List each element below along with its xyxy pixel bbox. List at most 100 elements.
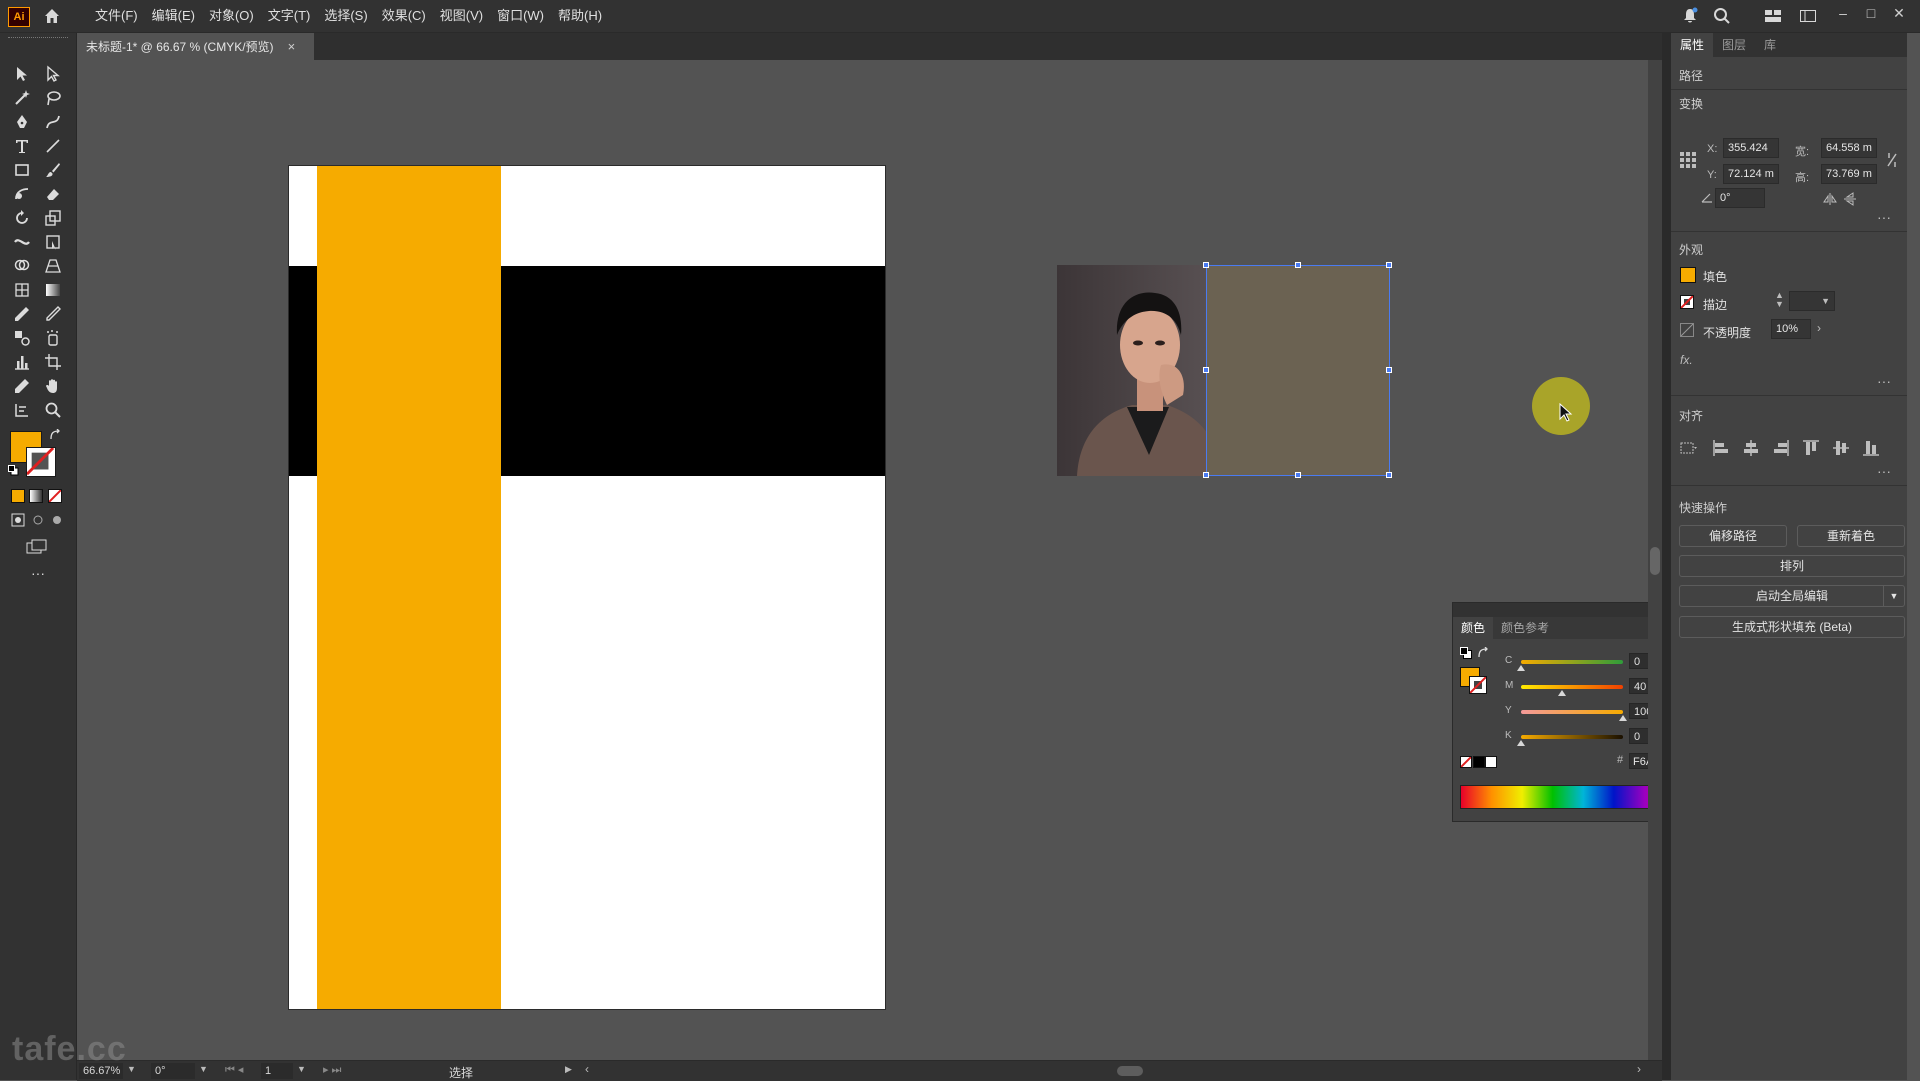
rectangle-tool-icon[interactable]: [11, 159, 33, 181]
scroll-left-icon[interactable]: ‹: [585, 1062, 589, 1076]
align-right-icon[interactable]: [1771, 438, 1791, 458]
panel-dock-divider[interactable]: [1662, 33, 1670, 1080]
selection-tool-icon[interactable]: [11, 63, 33, 85]
width-tool-icon[interactable]: [11, 231, 33, 253]
align-horizontal-center-icon[interactable]: [1741, 438, 1761, 458]
curvature-tool-icon[interactable]: [42, 111, 64, 133]
artboard[interactable]: [288, 165, 886, 1010]
pen-tool-icon[interactable]: [11, 111, 33, 133]
print-tiling-tool-icon[interactable]: [11, 399, 33, 421]
constrain-proportions-icon[interactable]: [1885, 151, 1899, 169]
eyedropper-tool-icon[interactable]: [11, 303, 33, 325]
blend-tool-icon[interactable]: [11, 327, 33, 349]
tab-close-icon[interactable]: ×: [288, 39, 296, 54]
color-mode-icon[interactable]: [11, 489, 25, 503]
artboard-number-field[interactable]: 1: [261, 1063, 293, 1079]
status-menu-icon[interactable]: ▶: [565, 1064, 572, 1075]
tab-libraries[interactable]: 库: [1755, 33, 1785, 57]
none-swatch[interactable]: [1460, 756, 1472, 768]
arrange-docs-icon[interactable]: [1798, 6, 1818, 26]
black-swatch[interactable]: [1473, 756, 1485, 768]
draw-normal-icon[interactable]: [11, 513, 25, 527]
scale-tool-icon[interactable]: [42, 207, 64, 229]
stroke-weight-dropdown[interactable]: ▼: [1789, 291, 1835, 311]
maximize-icon[interactable]: □: [1862, 4, 1880, 22]
menu-help[interactable]: 帮助(H): [551, 0, 609, 32]
shape-builder-tool-icon[interactable]: [11, 255, 33, 277]
close-icon[interactable]: ✕: [1890, 4, 1908, 22]
tab-color[interactable]: 颜色: [1453, 617, 1494, 639]
scrollbar-thumb[interactable]: [1650, 547, 1660, 575]
align-more-icon[interactable]: ···: [1877, 463, 1891, 479]
workspace-icon[interactable]: [1763, 6, 1783, 26]
shaper-tool-icon[interactable]: [11, 183, 33, 205]
swap-colors-icon[interactable]: [1477, 646, 1489, 659]
yellow-slider-track[interactable]: [1521, 710, 1623, 714]
transform-more-icon[interactable]: ···: [1877, 209, 1891, 225]
default-colors-icon[interactable]: [1460, 647, 1472, 659]
x-field[interactable]: 355.424: [1723, 138, 1779, 158]
canvas[interactable]: ◂◂ ✕ 颜色 颜色参考 ≡ C 0 % M 40: [77, 60, 1652, 1060]
mesh-tool-icon[interactable]: [11, 279, 33, 301]
document-tab[interactable]: 未标题-1* @ 66.67 % (CMYK/预览) ×: [78, 33, 314, 60]
global-edit-button[interactable]: 启动全局编辑 ▼: [1679, 585, 1905, 607]
menu-view[interactable]: 视图(V): [433, 0, 490, 32]
opacity-field[interactable]: 10%: [1771, 319, 1811, 339]
measure-tool-icon[interactable]: [42, 303, 64, 325]
perspective-grid-tool-icon[interactable]: [42, 255, 64, 277]
black-slider-thumb[interactable]: [1517, 740, 1525, 746]
rotate-tool-icon[interactable]: [11, 207, 33, 229]
selection-bounding-box[interactable]: [1203, 262, 1392, 478]
column-graph-tool-icon[interactable]: [11, 351, 33, 373]
tab-layers[interactable]: 图层: [1713, 33, 1755, 57]
menu-window[interactable]: 窗口(W): [490, 0, 551, 32]
menu-object[interactable]: 对象(O): [202, 0, 261, 32]
magenta-slider-thumb[interactable]: [1557, 690, 1566, 696]
slice-tool-icon[interactable]: [11, 375, 33, 397]
stroke-weight-stepper[interactable]: ▲ ▼: [1775, 291, 1784, 309]
menu-file[interactable]: 文件(F): [88, 0, 145, 32]
recolor-button[interactable]: 重新着色: [1797, 525, 1905, 547]
draw-behind-icon[interactable]: [31, 513, 45, 527]
artboard-prev-icons[interactable]: ⏮◂: [225, 1063, 246, 1077]
paintbrush-tool-icon[interactable]: [42, 159, 64, 181]
color-spectrum[interactable]: [1460, 785, 1652, 809]
draw-inside-icon[interactable]: [50, 513, 64, 527]
color-panel-titlebar[interactable]: ◂◂ ✕: [1453, 603, 1652, 617]
line-tool-icon[interactable]: [42, 135, 64, 157]
orange-rectangle[interactable]: [317, 166, 501, 1009]
minimize-icon[interactable]: –: [1834, 4, 1852, 22]
none-mode-icon[interactable]: [48, 489, 62, 503]
yellow-slider-thumb[interactable]: [1619, 715, 1627, 721]
more-tools-icon[interactable]: ···: [28, 566, 48, 580]
menu-edit[interactable]: 编辑(E): [145, 0, 202, 32]
align-left-icon[interactable]: [1711, 438, 1731, 458]
lasso-tool-icon[interactable]: [42, 87, 64, 109]
reference-point-icon[interactable]: [1679, 151, 1697, 169]
arrange-button[interactable]: 排列: [1679, 555, 1905, 577]
fx-icon[interactable]: fx.: [1680, 353, 1693, 367]
menu-type[interactable]: 文字(T): [261, 0, 318, 32]
width-field[interactable]: 64.558 m: [1821, 138, 1877, 158]
generative-shape-fill-button[interactable]: 生成式形状填充 (Beta): [1679, 616, 1905, 638]
height-field[interactable]: 73.769 m: [1821, 164, 1877, 184]
symbol-sprayer-tool-icon[interactable]: [42, 327, 64, 349]
resize-handle-n[interactable]: [1295, 262, 1301, 268]
y-field[interactable]: 72.124 m: [1723, 164, 1779, 184]
appearance-more-icon[interactable]: ···: [1877, 373, 1891, 389]
magic-wand-tool-icon[interactable]: [11, 87, 33, 109]
canvas-vertical-scrollbar[interactable]: [1648, 60, 1662, 1060]
panel-stroke-swatch[interactable]: [1469, 676, 1487, 694]
horizontal-scrollbar-thumb[interactable]: [1117, 1066, 1143, 1076]
default-fill-stroke-icon[interactable]: [8, 465, 19, 476]
stroke-swatch[interactable]: [26, 447, 56, 477]
zoom-tool-icon[interactable]: [42, 399, 64, 421]
scroll-right-icon[interactable]: ›: [1637, 1062, 1641, 1076]
resize-handle-nw[interactable]: [1203, 262, 1209, 268]
align-bottom-icon[interactable]: [1861, 438, 1881, 458]
direct-selection-tool-icon[interactable]: [42, 63, 64, 85]
align-vertical-center-icon[interactable]: [1831, 438, 1851, 458]
cyan-slider-track[interactable]: [1521, 660, 1623, 664]
menu-select[interactable]: 选择(S): [317, 0, 374, 32]
resize-handle-w[interactable]: [1203, 367, 1209, 373]
